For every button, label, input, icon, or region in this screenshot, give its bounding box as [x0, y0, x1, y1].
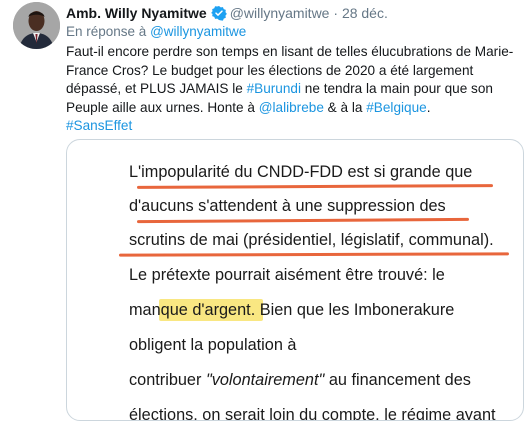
document-line-4: Le prétexte pourrait aisément être trouv… — [129, 266, 445, 284]
hashtag-sanseffet-link[interactable]: #SansEffet — [66, 118, 132, 133]
document-line-7-italic: "volontairement" — [205, 371, 325, 389]
mention-lalibrebe-link[interactable]: @lalibrebe — [259, 100, 324, 115]
tweet-date[interactable]: 28 déc. — [342, 5, 388, 21]
tweet-text-part-3: & à la — [323, 99, 367, 115]
hashtag-burundi-link[interactable]: #Burundi — [247, 81, 301, 96]
document-line-7-end: au financement des — [324, 371, 471, 389]
document-line-8: élections, on serait loin du compte, le … — [129, 406, 496, 421]
underline-mark-2 — [136, 217, 470, 224]
document-line-6: obligent la population à — [129, 336, 297, 354]
hashtag-belgique-link[interactable]: #Belgique — [366, 100, 426, 115]
document-line-7: contribuer "volontairement" au financeme… — [129, 368, 471, 392]
header-separator: · — [333, 5, 339, 21]
document-line-1: L'impopularité du CNDD-FDD est si grande… — [129, 163, 473, 181]
document-line-3: scrutins de mai (présidentiel, législati… — [129, 231, 494, 249]
avatar-photo — [13, 2, 60, 49]
reply-context: En réponse à @willynyamitwe — [66, 23, 246, 41]
document-line-2: d'aucuns s'attendent à une suppression d… — [129, 197, 446, 215]
tweet-header: Amb. Willy Nyamitwe @willynyamitwe · 28 d… — [66, 4, 388, 22]
document-line-5: manque d'argent. Bien que les Imboneraku… — [129, 301, 455, 319]
tweet[interactable]: Amb. Willy Nyamitwe @willynyamitwe · 28 d… — [0, 0, 531, 421]
author-name[interactable]: Amb. Willy Nyamitwe — [66, 5, 207, 21]
avatar[interactable] — [13, 2, 60, 49]
tweet-media-image[interactable]: L'impopularité du CNDD-FDD est si grande… — [66, 139, 524, 421]
document-line-7-start: contribuer — [129, 371, 206, 389]
author-handle[interactable]: @willynyamitwe — [230, 5, 330, 21]
underline-mark-1 — [136, 184, 494, 189]
reply-prefix: En réponse à — [66, 24, 147, 39]
tweet-text-part-4: . — [426, 99, 431, 115]
verified-badge-icon — [210, 5, 227, 25]
underline-mark-3 — [118, 252, 510, 257]
tweet-text: Faut-il encore perdre son temps en lisan… — [66, 43, 526, 136]
reply-handle-link[interactable]: @willynyamitwe — [150, 24, 246, 39]
